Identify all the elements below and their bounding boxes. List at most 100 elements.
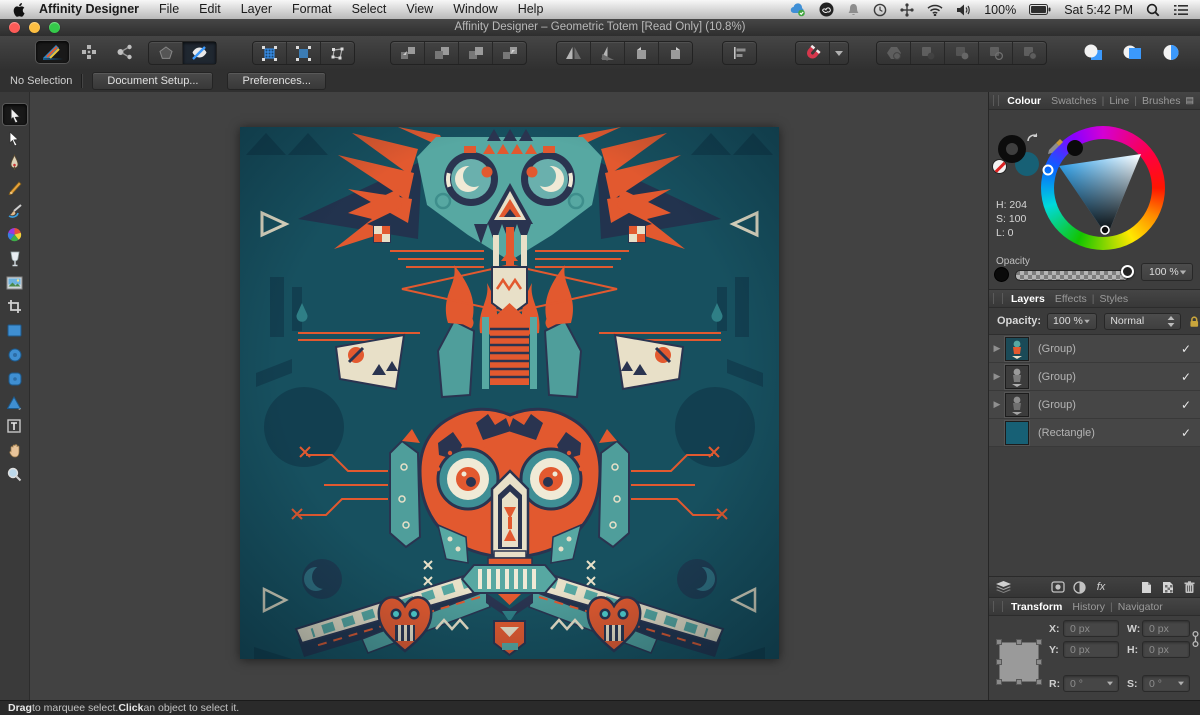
- menu-clock[interactable]: Sat 5:42 PM: [1064, 3, 1133, 17]
- title-bar[interactable]: Affinity Designer – Geometric Totem [Rea…: [0, 19, 1200, 37]
- r-field[interactable]: 0 °: [1063, 675, 1119, 692]
- no-fill-icon[interactable]: [993, 160, 1006, 173]
- panel-grip[interactable]: [993, 293, 1003, 304]
- insert-behind-button[interactable]: [1076, 41, 1109, 63]
- opacity-value-dropdown[interactable]: 100 %: [1141, 263, 1193, 281]
- layer-row[interactable]: (Rectangle) ✓: [989, 419, 1200, 447]
- add-fx-button[interactable]: fx: [1090, 578, 1111, 596]
- pixel-persona-button[interactable]: [72, 41, 105, 63]
- insert-on-top-button[interactable]: [1115, 41, 1148, 63]
- triangle-tool[interactable]: [3, 392, 27, 413]
- alignment-button[interactable]: [723, 42, 756, 64]
- layers-stack-icon[interactable]: [993, 578, 1014, 596]
- edit-in-photo-button[interactable]: [149, 42, 183, 64]
- add-pattern-layer-button[interactable]: [1157, 578, 1178, 596]
- layer-visibility-check[interactable]: ✓: [1181, 426, 1191, 440]
- designer-persona-button[interactable]: [36, 41, 69, 63]
- layer-visibility-check[interactable]: ✓: [1181, 342, 1191, 356]
- disclosure-icon[interactable]: ▶: [989, 399, 1005, 410]
- layer-row[interactable]: ▶ (Group) ✓: [989, 335, 1200, 363]
- boolean-add-button[interactable]: [877, 42, 911, 64]
- place-image-tool[interactable]: [3, 272, 27, 293]
- anchor-selector[interactable]: [999, 642, 1039, 682]
- flip-horizontal-button[interactable]: [557, 42, 591, 64]
- transform-mode-button[interactable]: [321, 42, 354, 64]
- stroke-swatch[interactable]: [998, 135, 1026, 163]
- spotlight-icon[interactable]: [1146, 3, 1160, 17]
- tab-line[interactable]: Line: [1104, 95, 1134, 107]
- node-tool[interactable]: [3, 128, 27, 149]
- artistic-text-tool[interactable]: [3, 416, 27, 437]
- boolean-intersect-button[interactable]: [945, 42, 979, 64]
- opacity-swatch[interactable]: [995, 268, 1008, 281]
- rotate-ccw-button[interactable]: [625, 42, 659, 64]
- layer-visibility-check[interactable]: ✓: [1181, 370, 1191, 384]
- opacity-knob[interactable]: [1121, 265, 1134, 278]
- menu-item-help[interactable]: Help: [508, 0, 554, 19]
- forward-one-button[interactable]: [459, 42, 493, 64]
- vector-crop-tool[interactable]: [3, 296, 27, 317]
- brush-tool[interactable]: [3, 200, 27, 221]
- eyedropper-icon[interactable]: [1047, 138, 1064, 155]
- tab-transform[interactable]: Transform: [1006, 601, 1067, 613]
- menu-item-edit[interactable]: Edit: [189, 0, 231, 19]
- y-field[interactable]: 0 px: [1063, 641, 1119, 658]
- pencil-tool[interactable]: [3, 176, 27, 197]
- snapping-button[interactable]: [796, 42, 830, 64]
- boolean-combine-button[interactable]: [1013, 42, 1046, 64]
- export-persona-button[interactable]: [108, 41, 141, 63]
- menu-item-select[interactable]: Select: [342, 0, 397, 19]
- toggle-preview-mode-button[interactable]: [183, 42, 216, 64]
- layer-thumbnail[interactable]: [1005, 337, 1029, 361]
- move-tool[interactable]: [3, 104, 27, 125]
- transparency-tool[interactable]: [3, 248, 27, 269]
- tab-history[interactable]: History: [1067, 601, 1110, 613]
- snapping-dropdown[interactable]: [830, 42, 848, 64]
- panel-menu-icon[interactable]: ▤: [1185, 95, 1195, 106]
- flip-vertical-button[interactable]: [591, 42, 625, 64]
- add-mask-button[interactable]: [1047, 578, 1068, 596]
- delete-layer-button[interactable]: [1179, 578, 1200, 596]
- insert-inside-button[interactable]: [1154, 41, 1187, 63]
- disclosure-icon[interactable]: ▶: [989, 343, 1005, 354]
- apple-menu-icon[interactable]: [12, 3, 25, 17]
- tab-colour[interactable]: Colour: [1002, 95, 1046, 107]
- sync-status-icon[interactable]: [790, 3, 806, 17]
- w-field[interactable]: 0 px: [1142, 620, 1190, 637]
- preferences-button[interactable]: Preferences...: [227, 72, 325, 90]
- layer-thumbnail[interactable]: [1005, 421, 1029, 445]
- blend-mode-dropdown[interactable]: Normal: [1104, 313, 1181, 330]
- boolean-divide-button[interactable]: [979, 42, 1013, 64]
- crosshair-icon[interactable]: [900, 3, 914, 17]
- tab-swatches[interactable]: Swatches: [1046, 95, 1102, 107]
- h-field[interactable]: 0 px: [1142, 641, 1190, 658]
- x-field[interactable]: 0 px: [1063, 620, 1119, 637]
- canvas-pasteboard[interactable]: [30, 92, 988, 700]
- layer-thumbnail[interactable]: [1005, 365, 1029, 389]
- opacity-slider[interactable]: [1015, 270, 1129, 281]
- menu-item-layer[interactable]: Layer: [231, 0, 282, 19]
- back-one-button[interactable]: [425, 42, 459, 64]
- wifi-icon[interactable]: [927, 4, 943, 16]
- snap-to-grid-button[interactable]: [287, 42, 321, 64]
- creative-cloud-icon[interactable]: [819, 2, 834, 17]
- lock-icon[interactable]: [1189, 315, 1200, 328]
- boolean-subtract-button[interactable]: [911, 42, 945, 64]
- rotate-cw-button[interactable]: [659, 42, 692, 64]
- tab-brushes[interactable]: Brushes: [1137, 95, 1186, 107]
- zoom-tool[interactable]: [3, 464, 27, 485]
- move-to-front-button[interactable]: [493, 42, 526, 64]
- tab-navigator[interactable]: Navigator: [1113, 601, 1168, 613]
- fill-tool[interactable]: [3, 224, 27, 245]
- menu-item-format[interactable]: Format: [282, 0, 342, 19]
- tab-effects[interactable]: Effects: [1050, 293, 1092, 305]
- layer-row[interactable]: ▶ (Group) ✓: [989, 363, 1200, 391]
- canvas-artwork[interactable]: [240, 127, 779, 659]
- notification-center-icon[interactable]: [1173, 4, 1188, 16]
- secondary-swatch[interactable]: [1067, 140, 1083, 156]
- show-grid-button[interactable]: [253, 42, 287, 64]
- disclosure-icon[interactable]: ▶: [989, 371, 1005, 382]
- layer-thumbnail[interactable]: [1005, 393, 1029, 417]
- volume-icon[interactable]: [956, 4, 971, 16]
- menu-item-app[interactable]: Affinity Designer: [35, 0, 149, 19]
